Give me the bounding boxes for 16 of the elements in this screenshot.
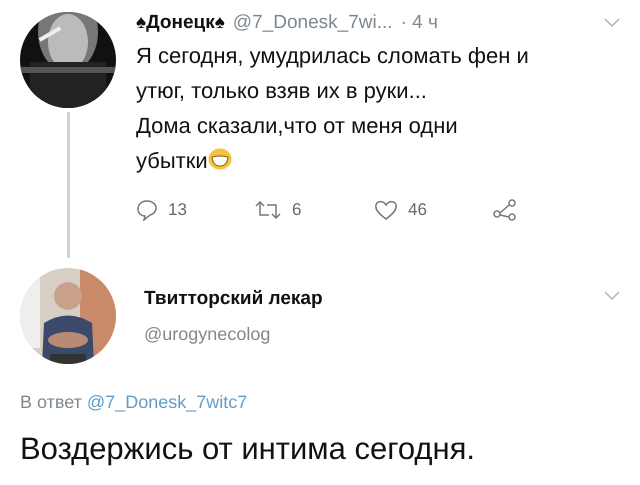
reply-text: Воздержись от интима сегодня. [20, 431, 476, 467]
share-icon[interactable] [492, 198, 518, 222]
tweet-time: · 4 ч [400, 12, 438, 34]
tweet-text: Я сегодня, умудрилась сломать фен и утюг, только взяв их в руки... Дома сказали,что от меня одни убытки [136, 42, 530, 175]
user-handle: @urogynecolog [144, 324, 272, 344]
reply-icon[interactable] [136, 199, 158, 221]
user-name[interactable]: ♠Донецк♠ [136, 12, 225, 34]
grinning-emoji-icon [208, 148, 232, 170]
heart-icon[interactable] [374, 199, 398, 221]
retweet-icon[interactable] [254, 200, 282, 220]
retweet-count: 6 [292, 200, 302, 220]
user-name[interactable]: Твитторский лекар [144, 288, 576, 310]
like-count: 46 [408, 200, 427, 220]
reply-label: В ответ [20, 392, 82, 412]
user-handle: @7_Donesk_7wi... [232, 12, 393, 34]
reply-count: 13 [168, 200, 187, 220]
